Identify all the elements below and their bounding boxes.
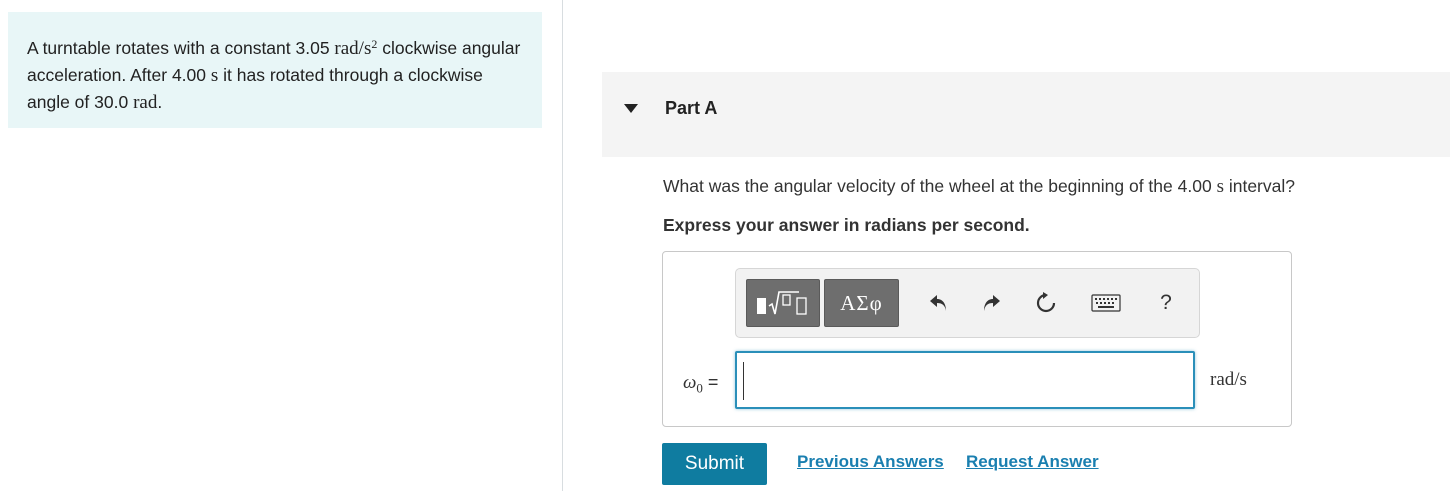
- previous-answers-link[interactable]: Previous Answers: [797, 452, 944, 472]
- text-caret: [743, 362, 744, 400]
- angle-unit: rad: [133, 92, 158, 113]
- problem-text: A turntable rotates with a constant 3.05: [27, 38, 335, 58]
- answer-variable-label: ω0 =: [683, 372, 719, 396]
- part-title: Part A: [665, 98, 718, 118]
- help-icon[interactable]: ?: [1150, 287, 1182, 319]
- math-toolbar: ΑΣφ ?: [735, 268, 1200, 338]
- undo-icon[interactable]: [923, 287, 955, 319]
- collapse-triangle-icon[interactable]: [624, 104, 638, 113]
- redo-icon[interactable]: [975, 287, 1007, 319]
- answer-input[interactable]: [735, 351, 1195, 409]
- instruction-text: Express your answer in radians per secon…: [663, 215, 1030, 235]
- problem-statement: A turntable rotates with a constant 3.05…: [8, 12, 542, 128]
- templates-icon[interactable]: [746, 279, 820, 327]
- greek-letters-button[interactable]: ΑΣφ: [824, 279, 899, 327]
- answer-unit: rad/s: [1210, 369, 1247, 390]
- question-text: What was the angular velocity of the whe…: [663, 176, 1295, 197]
- part-header[interactable]: Part A: [602, 72, 1450, 157]
- submit-button[interactable]: Submit: [662, 443, 767, 485]
- problem-text: .: [157, 92, 163, 112]
- reset-icon[interactable]: [1030, 287, 1062, 319]
- column-divider: [562, 0, 563, 491]
- keyboard-icon[interactable]: [1090, 287, 1122, 319]
- answer-panel: ΑΣφ ? ω0 = rad/s: [662, 251, 1292, 427]
- request-answer-link[interactable]: Request Answer: [966, 452, 1099, 472]
- accel-unit: rad/s2: [334, 37, 378, 59]
